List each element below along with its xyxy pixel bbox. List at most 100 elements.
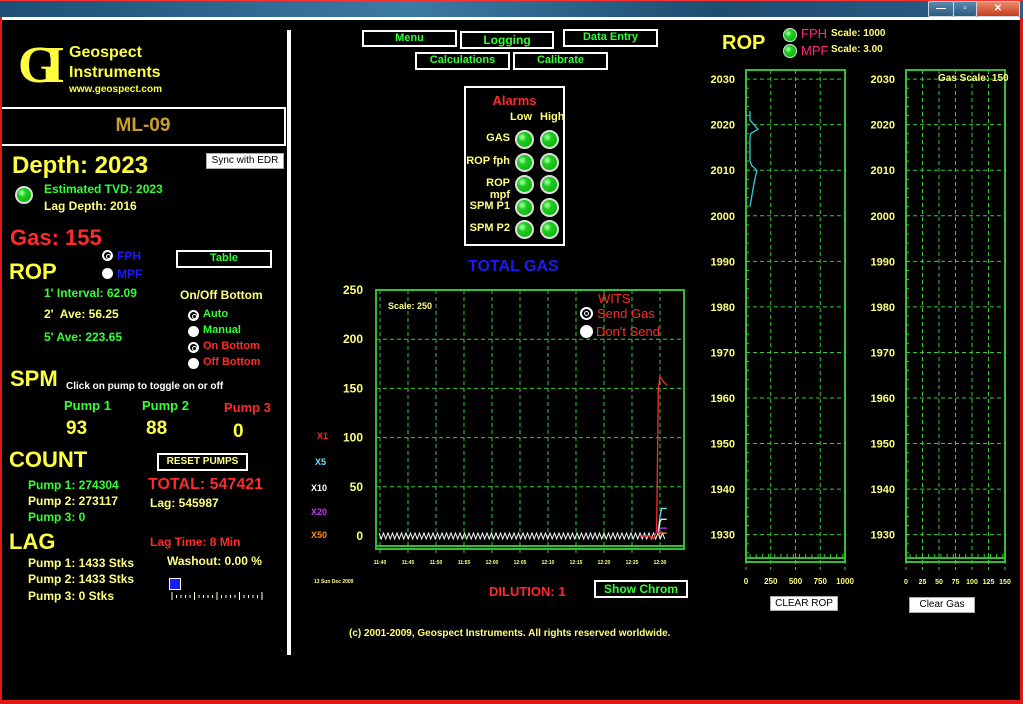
wits-dont-send-radio[interactable] bbox=[580, 325, 593, 338]
window-titlebar bbox=[0, 0, 1023, 18]
total-gas-scale: Scale: 250 bbox=[388, 301, 433, 311]
y-tick-label: 1980 bbox=[711, 302, 735, 314]
dilution: DILUTION: 1 bbox=[489, 584, 566, 599]
gas-depth-chart: 2030 2020 2010 2000 1990 1980 1970 1960 1950 1940… bbox=[871, 69, 1011, 586]
alarm-row-label: ROP fph bbox=[466, 154, 510, 167]
alarm-high-led-icon[interactable] bbox=[540, 220, 559, 239]
x-tick-label: 25 bbox=[919, 579, 927, 586]
alarm-high-led-icon[interactable] bbox=[540, 197, 559, 217]
calculations-button[interactable]: Calculations bbox=[415, 52, 510, 70]
alarm-high-led-icon[interactable] bbox=[540, 175, 559, 194]
x-tick-label: 150 bbox=[999, 579, 1011, 586]
onoff-radio-auto[interactable] bbox=[188, 310, 199, 321]
alarm-high-led-icon[interactable] bbox=[540, 130, 559, 149]
status-led-icon bbox=[15, 186, 33, 204]
alarm-high-led-icon[interactable] bbox=[540, 152, 559, 172]
multiplier-x10[interactable]: X10 bbox=[311, 483, 327, 493]
multiplier-x20[interactable]: X20 bbox=[311, 507, 327, 517]
lag-title: LAG bbox=[9, 529, 56, 554]
clear-rop-button[interactable]: CLEAR ROP bbox=[770, 596, 838, 611]
alarm-low-led-icon[interactable] bbox=[515, 197, 534, 217]
gas-value: Gas: 155 bbox=[10, 225, 102, 250]
brand-url: www.geospect.com bbox=[69, 84, 162, 95]
x-tick-label: 50 bbox=[935, 579, 943, 586]
lag-pump3: Pump 3: 0 Stks bbox=[28, 589, 115, 603]
alarm-low-led-icon[interactable] bbox=[515, 175, 534, 194]
y-tick-label: 150 bbox=[343, 381, 363, 395]
x-tick-label: 11:40 bbox=[374, 560, 387, 566]
y-tick-label: 2020 bbox=[871, 120, 895, 132]
fph-scale: Scale: 1000 bbox=[831, 28, 886, 39]
count-pump3: Pump 3: 0 bbox=[28, 510, 86, 524]
wits-send-gas-label: Send Gas bbox=[597, 306, 655, 321]
multiplier-x50[interactable]: X50 bbox=[311, 530, 327, 540]
x-tick-label: 12:15 bbox=[570, 560, 583, 566]
fph-label: FPH bbox=[801, 26, 827, 41]
mpf-led-icon[interactable] bbox=[783, 44, 797, 58]
alarm-low-led-icon[interactable] bbox=[515, 220, 534, 239]
y-tick-label: 1990 bbox=[711, 256, 735, 268]
logging-button[interactable]: Logging bbox=[460, 31, 554, 49]
series-baseline-line bbox=[378, 531, 666, 541]
y-tick-label: 2010 bbox=[871, 165, 895, 177]
pump1-button[interactable]: Pump 1 bbox=[64, 398, 111, 413]
multiplier-x5[interactable]: X5 bbox=[315, 457, 326, 467]
multiplier-x1[interactable]: X1 bbox=[317, 431, 328, 441]
maximize-button[interactable]: ▫ bbox=[953, 1, 977, 17]
count-total: TOTAL: 547421 bbox=[148, 476, 264, 493]
y-tick-label: 1970 bbox=[871, 347, 895, 359]
spm-hint: Click on pump to toggle on or off bbox=[66, 381, 224, 392]
onoff-radio-on-bottom[interactable] bbox=[188, 342, 199, 353]
rop-mpf-label: MPF bbox=[117, 267, 143, 281]
lag-pump1: Pump 1: 1433 Stks bbox=[28, 556, 135, 570]
data-entry-button[interactable]: Data Entry bbox=[563, 29, 658, 47]
onoff-radio-manual[interactable] bbox=[188, 326, 199, 337]
calibrate-button[interactable]: Calibrate bbox=[513, 52, 608, 70]
washout-slider-thumb[interactable] bbox=[169, 578, 181, 590]
washout-slider-track[interactable] bbox=[170, 592, 266, 606]
rop-panel-title: ROP bbox=[722, 32, 766, 54]
alarms-col-low: Low bbox=[510, 111, 532, 123]
x-tick-label: 75 bbox=[952, 579, 960, 586]
x-tick-label: 750 bbox=[814, 577, 828, 586]
y-tick-label: 1930 bbox=[711, 530, 735, 542]
x-tick-label: 12:00 bbox=[486, 560, 499, 566]
x-tick-label: 0 bbox=[904, 579, 908, 586]
x-tick-label: 12:30 bbox=[654, 560, 667, 566]
alarms-col-high: High bbox=[540, 111, 565, 123]
onoff-radio-off-bottom[interactable] bbox=[188, 358, 199, 369]
pump2-button[interactable]: Pump 2 bbox=[142, 398, 189, 413]
y-tick-label: 1970 bbox=[711, 347, 735, 359]
pump3-spm: 0 bbox=[233, 421, 244, 442]
alarm-low-led-icon[interactable] bbox=[515, 130, 534, 149]
onoff-label: Auto bbox=[203, 308, 229, 320]
minimize-button[interactable]: — bbox=[928, 1, 954, 17]
divider bbox=[2, 107, 286, 109]
pump3-button[interactable]: Pump 3 bbox=[224, 400, 271, 415]
y-tick-label: 1950 bbox=[871, 439, 895, 451]
copyright: (c) 2001-2009, Geospect Instruments. All… bbox=[349, 628, 671, 639]
x-tick-label: 11:50 bbox=[430, 560, 443, 566]
clear-gas-button[interactable]: Clear Gas bbox=[909, 597, 975, 613]
sync-edr-button[interactable]: Sync with EDR bbox=[206, 153, 284, 169]
rop-title: ROP bbox=[9, 259, 57, 284]
fph-led-icon[interactable] bbox=[783, 28, 797, 42]
alarm-low-led-icon[interactable] bbox=[515, 152, 534, 172]
y-tick-label: 1950 bbox=[711, 439, 735, 451]
close-button[interactable]: ✕ bbox=[976, 1, 1020, 17]
onoff-label: Off Bottom bbox=[203, 356, 261, 368]
rop-mpf-radio[interactable] bbox=[102, 268, 113, 279]
rop-fph-radio[interactable] bbox=[102, 250, 113, 261]
y-tick-label: 2030 bbox=[711, 74, 735, 86]
y-tick-label: 100 bbox=[343, 431, 363, 445]
y-tick-label: 2000 bbox=[871, 211, 895, 223]
x-tick-label: 125 bbox=[983, 579, 995, 586]
show-chrom-button[interactable]: Show Chrom bbox=[594, 580, 688, 598]
y-tick-label: 250 bbox=[343, 283, 363, 297]
menu-button[interactable]: Menu bbox=[362, 30, 457, 47]
wits-send-gas-radio[interactable] bbox=[580, 307, 593, 320]
onoff-bottom-title: On/Off Bottom bbox=[180, 288, 263, 302]
table-button[interactable]: Table bbox=[176, 250, 272, 268]
reset-pumps-button[interactable]: RESET PUMPS bbox=[157, 453, 248, 471]
y-tick-label: 200 bbox=[343, 332, 363, 346]
